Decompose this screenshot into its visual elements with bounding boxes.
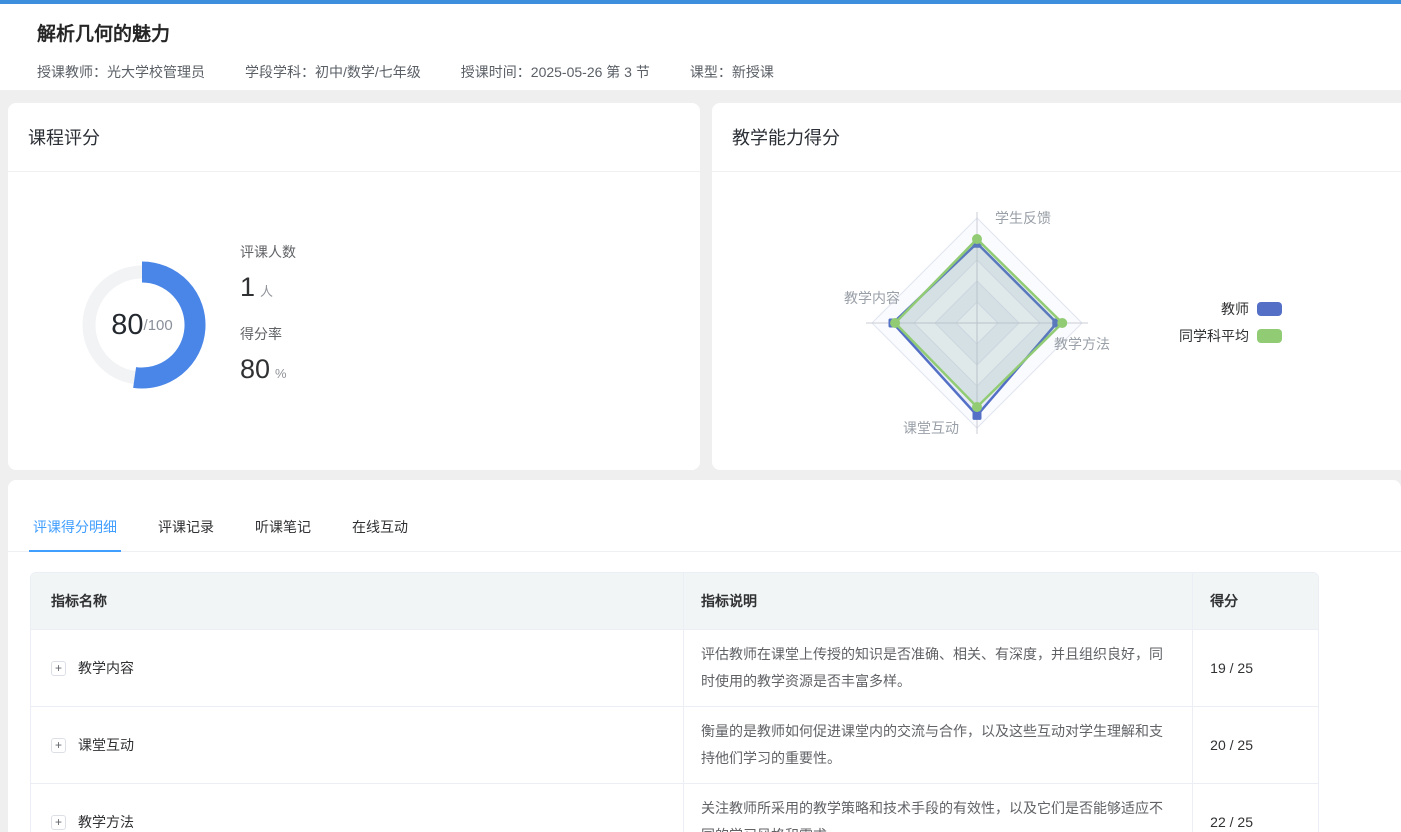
indicator-score: 22 / 25: [1192, 784, 1318, 832]
page-title: 解析几何的魅力: [37, 19, 1364, 46]
course-score-card-body: 80/100 评课人数 1人 得分率 80%: [8, 172, 700, 469]
course-score-card: 课程评分 80/100 评课人数 1人 得分率 80%: [8, 103, 700, 470]
indicator-description: 评估教师在课堂上传授的知识是否准确、相关、有深度，并且组织良好，同时使用的教学资…: [701, 641, 1176, 695]
table-row: + 教学方法 关注教师所采用的教学策略和技术手段的有效性，以及它们是否能够适应不…: [31, 783, 1318, 832]
teaching-ability-card: 教学能力得分 教学内容 学生反馈教学方法课堂互动 教师 同学科平均: [712, 103, 1401, 470]
svg-text:课堂互动: 课堂互动: [903, 420, 959, 436]
score-stats: 评课人数 1人 得分率 80%: [240, 242, 296, 406]
svg-text:学生反馈: 学生反馈: [995, 210, 1051, 226]
radar-legend: 教师 同学科平均: [1179, 299, 1282, 353]
legend-item-teacher[interactable]: 教师: [1179, 299, 1282, 319]
tab-listening-notes[interactable]: 听课笔记: [251, 517, 315, 551]
meta-course-type: 课型：新授课: [690, 62, 774, 82]
legend-teacher-swatch: [1257, 302, 1282, 316]
col-header-indicator-description: 指标说明: [683, 573, 1192, 629]
table-row: + 教学内容 评估教师在课堂上传授的知识是否准确、相关、有深度，并且组织良好，同…: [31, 629, 1318, 706]
detail-panel: 评课得分明细 评课记录 听课笔记 在线互动 指标名称 指标说明 得分 + 教学内…: [8, 480, 1401, 832]
legend-subject-average-label: 同学科平均: [1179, 326, 1249, 346]
teaching-ability-card-title: 教学能力得分: [712, 103, 1401, 172]
stat-rate-value: 80: [240, 354, 270, 384]
col-header-indicator-name: 指标名称: [31, 573, 683, 629]
course-score-card-title: 课程评分: [8, 103, 700, 172]
indicator-description: 关注教师所采用的教学策略和技术手段的有效性，以及它们是否能够适应不同的学习风格和…: [701, 795, 1176, 832]
score-donut-chart: 80/100: [67, 250, 217, 400]
indicator-description: 衡量的是教师如何促进课堂内的交流与合作，以及这些互动对学生理解和支持他们学习的重…: [701, 718, 1176, 772]
tab-online-interaction[interactable]: 在线互动: [348, 517, 412, 551]
tab-review-records[interactable]: 评课记录: [154, 517, 218, 551]
detail-tabs: 评课得分明细 评课记录 听课笔记 在线互动: [8, 480, 1401, 552]
svg-text:教学内容: 教学内容: [844, 290, 900, 306]
stat-rate-value-row: 80%: [240, 354, 296, 385]
legend-teacher-label: 教师: [1221, 299, 1249, 319]
table-row: + 课堂互动 衡量的是教师如何促进课堂内的交流与合作，以及这些互动对学生理解和支…: [31, 706, 1318, 783]
tab-score-detail[interactable]: 评课得分明细: [29, 517, 121, 552]
indicator-name: 教学方法: [78, 812, 134, 832]
table-header-row: 指标名称 指标说明 得分: [31, 573, 1318, 629]
indicator-name: 教学内容: [78, 658, 134, 678]
stat-reviewers-label: 评课人数: [240, 242, 296, 262]
indicator-name: 课堂互动: [78, 735, 134, 755]
stat-reviewers-unit: 人: [260, 284, 273, 299]
stat-reviewers-value: 1: [240, 272, 255, 302]
legend-subject-average-swatch: [1257, 329, 1282, 343]
course-meta: 授课教师：光大学校管理员 学段学科：初中/数学/七年级 授课时间：2025-05…: [37, 62, 1364, 82]
top-cards-row: 课程评分 80/100 评课人数 1人 得分率 80% 教学能力得分: [0, 90, 1401, 470]
stat-rate-label: 得分率: [240, 324, 296, 344]
meta-time: 授课时间：2025-05-26 第 3 节: [461, 62, 650, 82]
indicator-score: 19 / 25: [1192, 630, 1318, 706]
score-detail-table: 指标名称 指标说明 得分 + 教学内容 评估教师在课堂上传授的知识是否准确、相关…: [30, 572, 1319, 832]
svg-text:教学方法: 教学方法: [1054, 336, 1110, 352]
col-header-score: 得分: [1192, 573, 1318, 629]
radar-chart: 教学内容 学生反馈教学方法课堂互动: [712, 172, 1401, 469]
legend-item-subject-average[interactable]: 同学科平均: [1179, 326, 1282, 346]
meta-teacher: 授课教师：光大学校管理员: [37, 62, 205, 82]
meta-grade-subject: 学段学科：初中/数学/七年级: [245, 62, 421, 82]
score-value: 80: [111, 309, 143, 342]
score-max: /100: [144, 317, 173, 334]
teaching-ability-card-body: 教学内容 学生反馈教学方法课堂互动 教师 同学科平均: [712, 172, 1401, 469]
indicator-score: 20 / 25: [1192, 707, 1318, 783]
page-header: 解析几何的魅力 授课教师：光大学校管理员 学段学科：初中/数学/七年级 授课时间…: [0, 4, 1401, 90]
score-donut-label: 80/100: [67, 250, 217, 400]
expand-row-icon[interactable]: +: [51, 661, 66, 676]
stat-reviewers-value-row: 1人: [240, 272, 296, 303]
expand-row-icon[interactable]: +: [51, 738, 66, 753]
expand-row-icon[interactable]: +: [51, 815, 66, 830]
stat-rate-unit: %: [275, 366, 287, 381]
